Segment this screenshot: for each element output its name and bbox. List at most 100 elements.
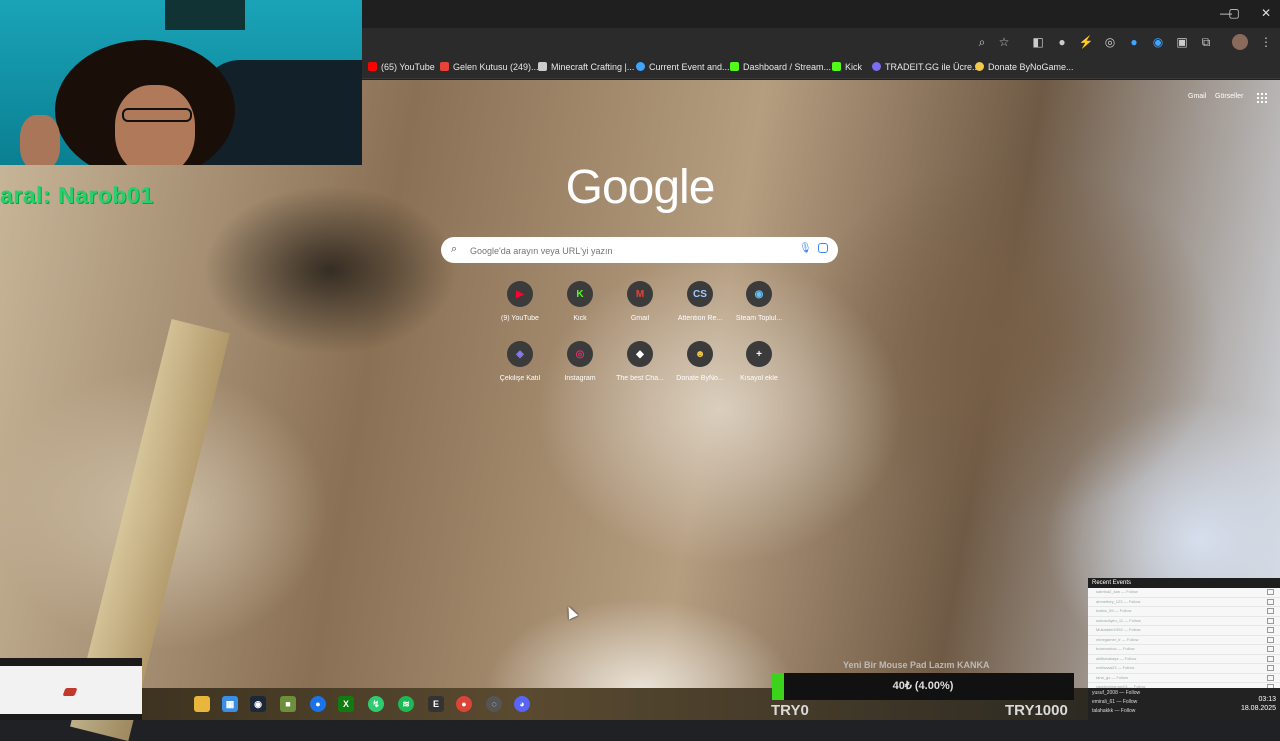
bookmarks-bar: (65) YouTube Gelen Kutusu (249)... Minec… — [362, 56, 1280, 79]
microphone-icon[interactable]: 🎙 — [799, 243, 812, 254]
shortcut-icon: + — [746, 341, 772, 367]
store-icon[interactable]: ▦ — [222, 696, 238, 712]
search-input[interactable] — [468, 241, 792, 261]
tradeit-icon — [872, 62, 881, 71]
goal-title: Yeni Bir Mouse Pad Lazım KANKA — [843, 660, 990, 670]
bookmark-star-icon[interactable]: ☆ — [996, 34, 1012, 50]
zoom-icon[interactable]: ⌕ — [974, 34, 990, 50]
google-lens-icon[interactable] — [818, 243, 828, 253]
shortcut-label: (9) YouTube — [501, 315, 539, 322]
shortcut-icon: ◉ — [746, 281, 772, 307]
event-row: Mukadder1992 — Follow — [1088, 626, 1280, 636]
bookmark-minecraft[interactable]: Minecraft Crafting |... — [538, 59, 634, 75]
globe-icon — [636, 62, 645, 71]
obs-icon[interactable]: ◌ — [486, 696, 502, 712]
recent-events-panel: Recent Events sabrina2_kan — Follow ahmet… — [1088, 578, 1280, 688]
file-explorer-icon[interactable] — [194, 696, 210, 712]
profile-avatar[interactable] — [1232, 34, 1248, 50]
shortcut-label: Gmail — [630, 315, 650, 322]
clock-date: 18.08.2025 — [1240, 705, 1276, 712]
shortcut-label: Kick — [573, 315, 587, 322]
extension-icon[interactable]: ◧ — [1030, 34, 1046, 50]
shortcut-tile[interactable]: M Gmail — [610, 281, 670, 322]
shortcut-tile[interactable]: CS Attention Re... — [670, 281, 730, 322]
bookmark-dashboard[interactable]: Dashboard / Stream... — [730, 59, 831, 75]
maximize-button[interactable]: ▢ — [1226, 6, 1242, 20]
shortcut-tile[interactable]: ◆ The best Cha... — [610, 341, 670, 382]
extension-icon[interactable]: ⚡ — [1078, 34, 1094, 50]
shortcut-tile[interactable]: ☻ Donate ByNo... — [670, 341, 730, 382]
goal-progress-text: 40₺ (4.00%) — [892, 680, 954, 692]
chrome-icon[interactable]: ● — [310, 696, 326, 712]
extension-icon[interactable]: ● — [1126, 34, 1142, 50]
bookmark-youtube[interactable]: (65) YouTube — [368, 59, 435, 75]
shortcut-icon: ▶ — [507, 281, 533, 307]
xbox-icon[interactable]: X — [338, 696, 354, 712]
extension-icon[interactable]: ▣ — [1174, 34, 1190, 50]
extensions-puzzle-icon[interactable]: ⧉ — [1198, 34, 1214, 50]
bookmark-bynogame[interactable]: Donate ByNoGame... — [975, 59, 1074, 75]
goal-min-label: TRY0 — [771, 702, 809, 719]
system-tray: yusuf_2008 — Follow emirali_61 — Follow … — [1088, 688, 1280, 720]
shortcut-label: Kısayol ekle — [740, 375, 778, 382]
stream-overlay-text: aral: Narob01 — [0, 182, 154, 208]
menu-kebab-icon[interactable]: ⋮ — [1258, 34, 1274, 50]
event-row: taha_gs — Follow — [1088, 674, 1280, 683]
shortcut-tile[interactable]: ◎ Instagram — [550, 341, 610, 382]
extension-icon[interactable]: ◎ — [1102, 34, 1118, 50]
clock-time: 03:13 — [1258, 696, 1276, 703]
shortcut-tile[interactable]: K Kick — [550, 281, 610, 322]
streamer-glasses — [122, 108, 192, 122]
shortcut-icon: ☻ — [687, 341, 713, 367]
event-row: akifkarakaya — Follow — [1088, 655, 1280, 664]
gmail-link[interactable]: Gmail — [1188, 93, 1206, 100]
shortcut-icon: M — [627, 281, 653, 307]
bookmark-gmail[interactable]: Gelen Kutusu (249)... — [440, 59, 539, 75]
bynogame-icon — [975, 62, 984, 71]
goal-max-label: TRY1000 — [1005, 702, 1068, 719]
event-row: sabrina2_kan — Follow — [1088, 588, 1280, 598]
browser-title-bar: — ▢ ✕ — [362, 0, 1280, 28]
google-search-box[interactable]: ⌕ 🎙 — [441, 237, 838, 263]
extension-icon[interactable]: ◉ — [1150, 34, 1166, 50]
shortcut-tile[interactable]: ▶ (9) YouTube — [490, 281, 550, 322]
preview-logo-icon — [62, 688, 78, 696]
spotify-icon[interactable]: ≋ — [398, 696, 414, 712]
steam-icon[interactable]: ◉ — [250, 696, 266, 712]
event-row: ahmetbey_123 — Follow — [1088, 598, 1280, 607]
youtube-icon — [368, 62, 377, 71]
shortcut-icon: ◈ — [507, 341, 533, 367]
event-row: melisaaa23 — Follow — [1088, 664, 1280, 674]
webcam-overlay — [0, 0, 362, 165]
minecraft-icon[interactable]: ■ — [280, 696, 296, 712]
google-apps-icon[interactable] — [1256, 92, 1267, 103]
app-icon[interactable]: ↯ — [368, 696, 384, 712]
shortcut-label: Çekilişe Katıl — [499, 375, 541, 382]
event-row: sokusoliyim_11 — Follow — [1088, 617, 1280, 626]
discord-icon[interactable]: ◕ — [514, 696, 530, 712]
gmail-icon — [440, 62, 449, 71]
images-link[interactable]: Görseller — [1215, 93, 1243, 100]
browser-icon[interactable]: ● — [456, 696, 472, 712]
tray-event: emirali_61 — Follow — [1092, 699, 1138, 705]
shortcut-tile[interactable]: + Kısayol ekle — [729, 341, 789, 382]
shortcut-label: Steam Toplul... — [735, 315, 783, 322]
shortcut-label: Instagram — [564, 375, 596, 382]
shortcut-tile[interactable]: ◈ Çekilişe Katıl — [490, 341, 550, 382]
taskbar-clock[interactable]: 03:13 18.08.2025 — [1241, 695, 1276, 713]
bookmark-current-event[interactable]: Current Event and... — [636, 59, 730, 75]
close-button[interactable]: ✕ — [1258, 6, 1274, 20]
tray-event: yusuf_2008 — Follow — [1092, 690, 1141, 696]
kick-icon — [832, 62, 841, 71]
extension-icon[interactable]: ● — [1054, 34, 1070, 50]
shortcut-label: Attention Re... — [677, 315, 723, 322]
epic-games-icon[interactable]: E — [428, 696, 444, 712]
bookmark-kick[interactable]: Kick — [832, 59, 862, 75]
shortcut-icon: K — [567, 281, 593, 307]
preview-content — [0, 666, 142, 714]
stream-preview-window — [0, 658, 142, 720]
streamer-face — [115, 85, 195, 165]
bookmark-tradeit[interactable]: TRADEIT.GG ile Ücre... — [872, 59, 980, 75]
event-row: minegamer_tr — Follow — [1088, 636, 1280, 645]
shortcut-tile[interactable]: ◉ Steam Toplul... — [729, 281, 789, 322]
